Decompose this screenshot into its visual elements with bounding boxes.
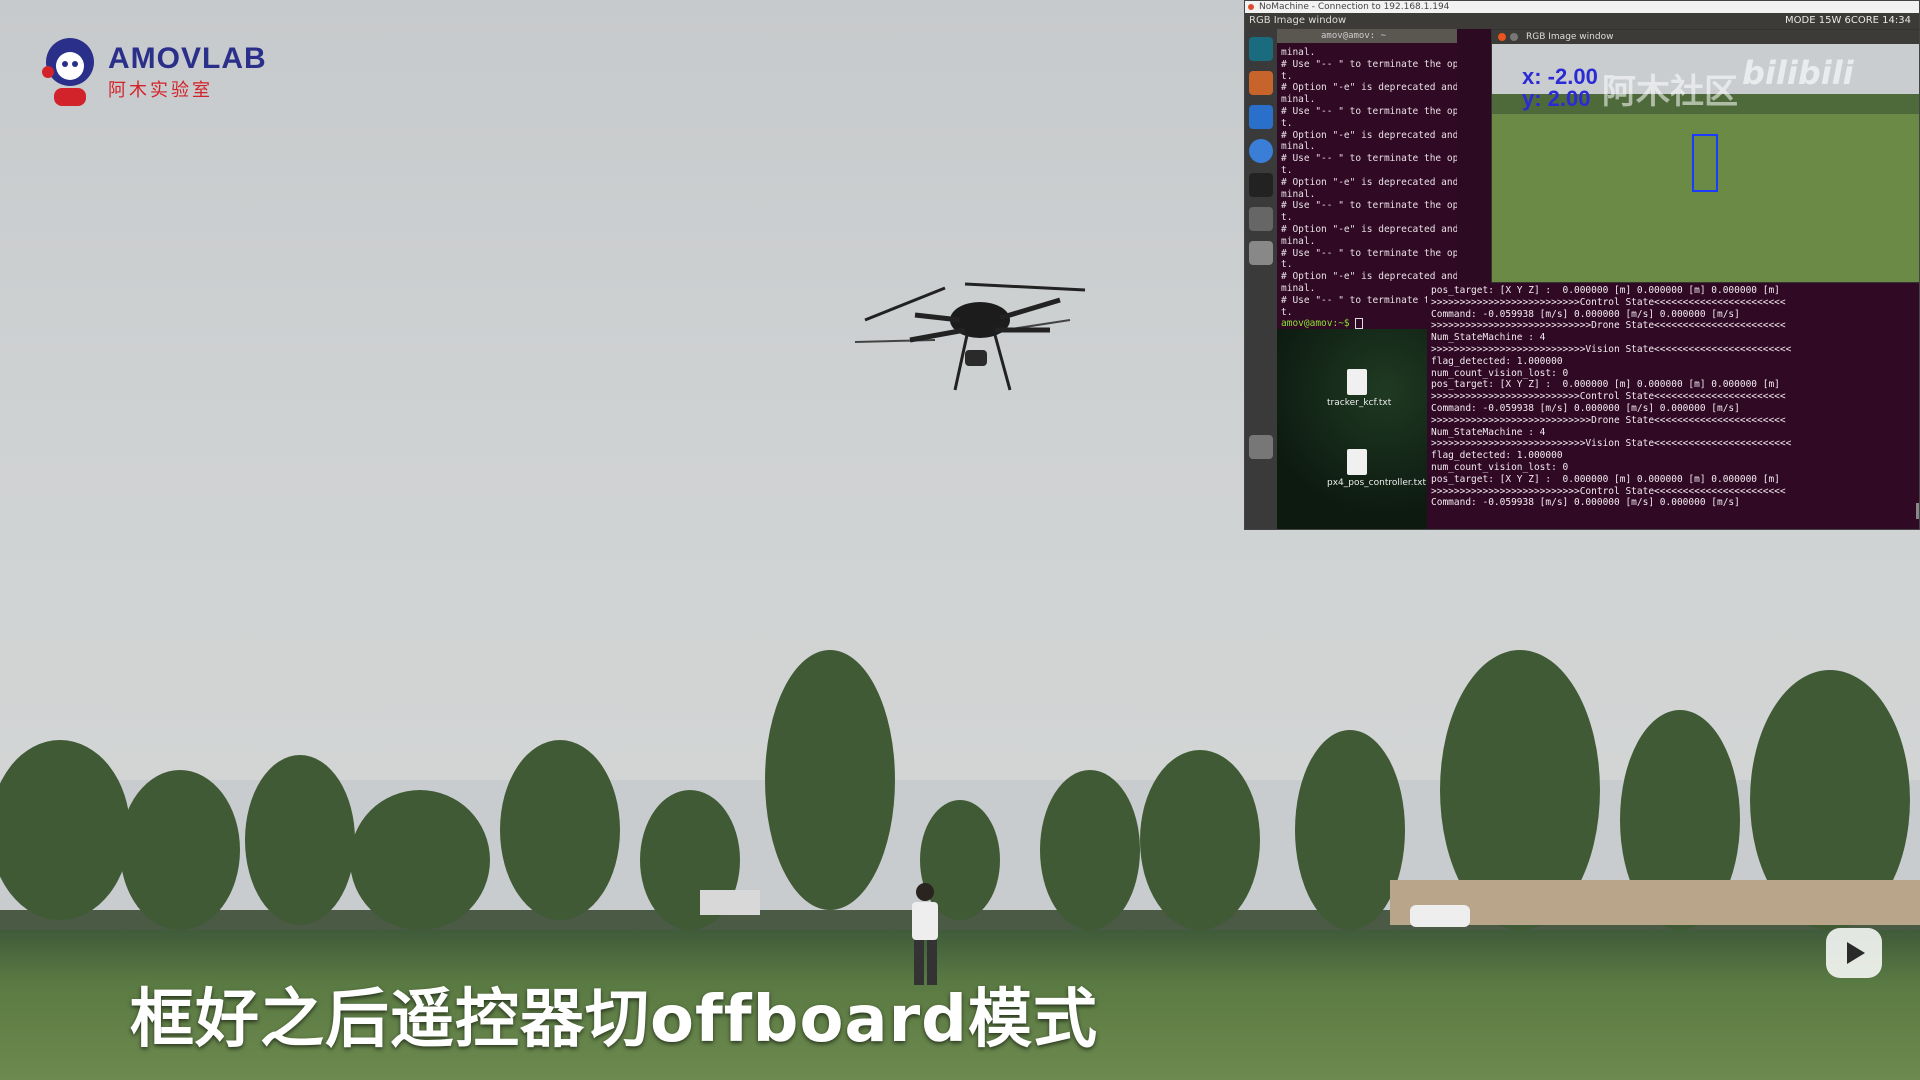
trash-icon[interactable] [1249,435,1273,459]
terminal-cursor [1355,318,1364,329]
vscode-icon[interactable] [1249,105,1273,129]
terminal-line: Num_StateMachine : 4 [1431,426,1546,438]
topbar-status: MODE 15W 6CORE 14:34 [1785,15,1911,26]
terminal-line: minal. [1281,235,1316,247]
terminal-line: Num_StateMachine : 4 [1431,332,1546,344]
drive-icon[interactable] [1249,241,1273,265]
files-icon[interactable] [1249,71,1273,95]
terminal-line: pos_target: [X Y Z] : 0.000000 [m] 0.000… [1431,473,1780,485]
tracking-bounding-box [1692,134,1718,192]
terminal-icon[interactable] [1249,173,1273,197]
terminal-line: >>>>>>>>>>>>>>>>>>>>>>>>>>Control State<… [1431,485,1786,497]
terminal-line: t. [1281,212,1293,224]
drone-image [855,282,1086,391]
robot-mascot-icon [42,38,94,106]
logo-wordmark: AMOVLAB [108,42,267,75]
rgb-window-title: RGB Image window [1526,32,1614,42]
terminal-line: flag_detected: 1.000000 [1431,450,1563,462]
camera-feed: x: -2.00 y: 2.00 阿木社区 bilibili [1492,44,1919,282]
amovlab-logo: AMOVLAB 阿木实验室 [38,32,278,108]
tree-line [0,650,1920,960]
terminal-main-output: pos_target: [X Y Z] : 0.000000 [m] 0.000… [1431,285,1917,509]
terminal-line: num_count_vision_lost: 0 [1431,367,1569,379]
terminal-line: pos_target: [X Y Z] : 0.000000 [m] 0.000… [1431,285,1780,296]
terminal-line: >>>>>>>>>>>>>>>>>>>>>>>>>>>>Drone State<… [1431,320,1786,332]
terminal-line: Command: -0.059938 [m/s] 0.000000 [m/s] … [1431,308,1740,320]
y-coordinate-label: y: 2.00 [1522,86,1591,111]
terminal-left-output: minal.# Use "-- " to terminate the optio… [1281,47,1457,318]
ubuntu-topbar: RGB Image window MODE 15W 6CORE 14:34 [1245,13,1919,29]
bilibili-watermark: bilibili [1742,54,1854,92]
remote-desktop-window[interactable]: NoMachine - Connection to 192.168.1.194 … [1244,0,1920,530]
terminal-line: >>>>>>>>>>>>>>>>>>>>>>>>>>>Vision State<… [1431,343,1792,355]
terminal-line: Command: -0.059938 [m/s] 0.000000 [m/s] … [1431,497,1740,509]
terminal-line: minal. [1281,141,1316,153]
terminal-line: t. [1281,117,1293,129]
terminal-line: minal. [1281,188,1316,200]
rgb-window-titlebar[interactable]: RGB Image window [1492,30,1919,44]
terminal-line: # Use "-- " to terminate the options and… [1281,200,1457,212]
terminal-line: >>>>>>>>>>>>>>>>>>>>>>>>>>Control State<… [1431,296,1786,308]
terminal-line: pos_target: [X Y Z] : 0.000000 [m] 0.000… [1431,379,1780,391]
terminal-line: t. [1281,164,1293,176]
ubuntu-launcher [1245,29,1277,529]
terminal-line: flag_detected: 1.000000 [1431,355,1563,367]
terminal-line: # Use "-- " to terminate the options and… [1281,58,1457,70]
nomachine-title: NoMachine - Connection to 192.168.1.194 [1259,2,1450,12]
terminal-line: t. [1281,259,1293,271]
terminal-line: # Option "-e" is deprecated and might be… [1281,271,1457,283]
terminal-line: # Option "-e" is deprecated and might be… [1281,129,1457,141]
community-watermark: 阿木社区 [1602,72,1738,112]
desktop-file[interactable]: tracker_kcf.txt [1327,369,1392,408]
terminal-line: minal. [1281,94,1316,106]
topbar-app-name: RGB Image window [1249,15,1347,26]
terminal-line: minal. [1281,47,1316,58]
minimize-icon[interactable] [1510,33,1518,41]
terminal-line: >>>>>>>>>>>>>>>>>>>>>>>>>>>>Drone State<… [1431,414,1786,426]
terminal-line: num_count_vision_lost: 0 [1431,461,1569,473]
ubuntu-logo-icon[interactable] [1249,37,1273,61]
terminal-line: >>>>>>>>>>>>>>>>>>>>>>>>>>>Vision State<… [1431,438,1792,450]
terminal-left-header: amov@amov: ~ [1277,29,1457,43]
terminal-scrollbar[interactable] [1916,503,1919,519]
file-name: px4_pos_controller.txt [1327,478,1427,488]
file-name: tracker_kcf.txt [1327,398,1392,408]
nomachine-icon [1248,4,1254,10]
terminal-line: # Use "-- " to terminate the options and… [1281,105,1457,117]
chromium-icon[interactable] [1249,139,1273,163]
text-file-icon [1347,369,1367,395]
logo-subtext: 阿木实验室 [108,80,213,101]
terminal-line: # Use "-- " to terminate the options and… [1281,153,1457,165]
close-icon[interactable] [1498,33,1506,41]
terminal-window-main[interactable]: pos_target: [X Y Z] : 0.000000 [m] 0.000… [1427,283,1919,529]
terminal-line: # Use "-- " to terminate the options and… [1281,247,1457,259]
terminal-line: Command: -0.059938 [m/s] 0.000000 [m/s] … [1431,402,1740,414]
desktop-file[interactable]: px4_pos_controller.txt [1327,449,1427,488]
terminal-line: # Option "-e" is deprecated and might be… [1281,223,1457,235]
text-file-icon [1347,449,1367,475]
play-button[interactable] [1826,928,1882,978]
terminal-line: # Option "-e" is deprecated and might be… [1281,176,1457,188]
help-icon[interactable] [1249,207,1273,231]
nomachine-titlebar[interactable]: NoMachine - Connection to 192.168.1.194 [1245,1,1919,13]
rgb-image-window[interactable]: RGB Image window x: -2.00 y: 2.00 阿木社区 b… [1491,29,1919,283]
terminal-line: # Option "-e" is deprecated and might be… [1281,82,1457,94]
terminal-line: t. [1281,70,1293,82]
video-subtitle: 框好之后遥控器切offboard模式 [130,983,1098,1057]
terminal-prompt: amov@amov:~$ [1281,318,1356,329]
terminal-line: >>>>>>>>>>>>>>>>>>>>>>>>>>Control State<… [1431,391,1786,403]
